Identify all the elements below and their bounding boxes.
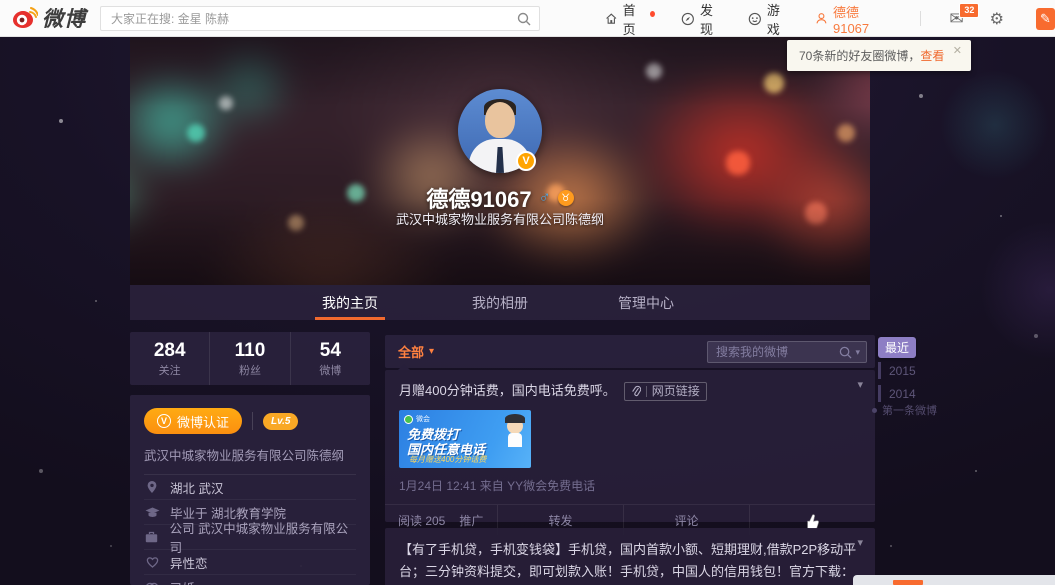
reads-count: 阅读 205 (398, 513, 446, 528)
stat-posts[interactable]: 54 微博 (289, 332, 370, 385)
profile-info-card: V 微博认证 Lv.5 武汉中城家物业服务有限公司陈德纲 湖北 武汉 毕业于 湖… (130, 395, 370, 585)
info-row-marital: 已婚 (144, 575, 356, 585)
bokeh-glow (980, 220, 1055, 360)
top-nav-links: 首页 发现 游戏 德德91067 ✉ 32 ⚙ ✎ (605, 0, 1055, 37)
compass-icon (682, 12, 695, 25)
game-icon (748, 12, 762, 25)
tab-my-albums[interactable]: 我的相册 (440, 285, 560, 320)
profile-tabbar: 我的主页 我的相册 管理中心 (130, 285, 870, 320)
badge-row: V 微博认证 Lv.5 (144, 408, 356, 434)
nav-current-user[interactable]: 德德91067 (815, 2, 886, 36)
profile-cover: V 德德91067 ♂ ♉ 武汉中城家物业服务有限公司陈德纲 (130, 37, 870, 285)
nav-divider (920, 11, 922, 26)
graduation-cap-icon (144, 506, 160, 518)
post-text-row: 月赠400分钟话费，国内电话免费呼。 网页链接 (399, 381, 861, 401)
weibo-logo[interactable]: 微博 (10, 3, 86, 33)
badge-divider (252, 412, 254, 430)
timeline-first-post[interactable]: 第一条微博 (872, 402, 937, 418)
ad-brand-icon (404, 414, 413, 424)
promote-button[interactable]: 推广 (459, 512, 483, 529)
search-icon[interactable] (839, 346, 852, 359)
message-count-badge: 32 (959, 2, 980, 18)
nav-home-label: 首页 (622, 2, 636, 37)
web-link-chip[interactable]: 网页链接 (623, 381, 707, 401)
info-row-company: 公司 武汉中城家物业服务有限公司 (144, 522, 356, 555)
ad-cartoon-figure (505, 414, 525, 447)
v-icon: V (157, 414, 171, 428)
verified-pill-button[interactable]: V 微博认证 (144, 408, 243, 434)
global-search-box[interactable] (100, 6, 540, 31)
profile-bio: 武汉中城家物业服务有限公司陈德纲 (395, 212, 604, 227)
feed-post: ▾ 【有了手机贷，手机变钱袋】手机贷，国内首款小额、短期理财,借款P2P移动平台… (385, 528, 875, 585)
nav-home[interactable]: 首页 (605, 0, 656, 38)
male-gender-icon: ♂ (538, 189, 551, 206)
nav-games[interactable]: 游戏 (748, 0, 789, 38)
ad-brand: 微会 (404, 414, 430, 424)
nav-games-label: 游戏 (766, 2, 780, 37)
tab-management-center[interactable]: 管理中心 (586, 285, 706, 320)
logo-text: 微博 (42, 8, 86, 31)
info-row-location: 湖北 武汉 (144, 475, 356, 500)
user-icon (816, 13, 827, 24)
chevron-down-icon[interactable]: ▾ (857, 536, 863, 549)
close-icon[interactable]: ✕ (953, 44, 962, 57)
stats-card: 284 关注 110 粉丝 54 微博 (130, 332, 370, 385)
chevron-down-icon[interactable]: ▾ (857, 378, 863, 391)
heart-icon (144, 556, 160, 568)
caret-down-icon[interactable]: ▾ (855, 347, 860, 358)
tab-my-home[interactable]: 我的主页 (290, 285, 410, 320)
compose-icon: ✎ (1040, 10, 1051, 26)
gear-icon[interactable]: ⚙ (990, 9, 1004, 29)
timeline-year-2015[interactable]: 2015 (878, 362, 916, 379)
top-navigation-bar: 微博 首页 发现 游戏 德德91067 (0, 0, 1055, 37)
stat-following[interactable]: 284 关注 (130, 332, 209, 385)
bottom-floating-panel[interactable] (853, 575, 1055, 585)
friends-feed-toast: 70条新的好友圈微博， 查看 ✕ (787, 40, 971, 71)
timeline-dot (872, 407, 877, 413)
post-source[interactable]: 来自 YY微会免费电话 (480, 479, 595, 493)
weibo-profile-page: 微博 首页 发现 游戏 德德91067 (0, 0, 1055, 585)
timeline-recent-button[interactable]: 最近 (878, 337, 916, 358)
toast-view-link[interactable]: 查看 (920, 47, 944, 64)
level-badge[interactable]: Lv.5 (263, 412, 299, 430)
floating-panel-button[interactable] (893, 580, 923, 585)
timeline-bar (878, 362, 881, 379)
briefcase-icon (144, 531, 160, 543)
post-meta: 1月24日 12:41 来自 YY微会免费电话 (399, 477, 861, 494)
post-text: 月赠400分钟话费，国内电话免费呼。 (399, 383, 616, 398)
nav-discover[interactable]: 发现 (681, 0, 722, 38)
feed-search-box[interactable]: ▾ (707, 341, 867, 363)
about-text: 武汉中城家物业服务有限公司陈德纲 (144, 449, 345, 463)
toast-message: 70条新的好友圈微博， (799, 49, 921, 63)
filter-all-dropdown[interactable]: 全部 ▾ (398, 342, 434, 361)
search-icon[interactable] (517, 12, 531, 26)
bokeh-glow (940, 70, 1050, 180)
paperclip-icon (631, 385, 641, 397)
feed-filter-bar: 全部 ▾ ▾ (385, 335, 875, 368)
feed-search-input[interactable] (708, 345, 840, 359)
location-pin-icon (144, 480, 160, 494)
post-timestamp[interactable]: 1月24日 12:41 (399, 479, 476, 493)
compose-button[interactable]: ✎ (1035, 7, 1055, 30)
stat-followers[interactable]: 110 粉丝 (209, 332, 289, 385)
global-search-input[interactable] (101, 11, 517, 26)
hand-cursor-icon (805, 513, 820, 530)
filter-pointer-notch (398, 364, 410, 370)
messages-button[interactable]: ✉ 32 (949, 2, 980, 29)
home-icon (606, 13, 617, 24)
timeline-year-2014[interactable]: 2014 (878, 385, 916, 402)
chevron-down-icon: ▾ (429, 346, 435, 357)
feed-post: ▾ 月赠400分钟话费，国内电话免费呼。 网页链接 微会 免费拨打 国内任意电话… (385, 370, 875, 535)
verified-badge-icon[interactable]: V (516, 151, 536, 171)
post-text: 【有了手机贷，手机变钱袋】手机贷，国内首款小额、短期理财,借款P2P移动平台；三… (399, 542, 857, 579)
post-ad-thumbnail[interactable]: 微会 免费拨打 国内任意电话 每月赠送400分钟话费 (399, 410, 531, 468)
nav-username-label: 德德91067 (832, 4, 870, 36)
zodiac-taurus-icon: ♉ (557, 190, 574, 206)
nav-discover-label: 发现 (700, 2, 714, 37)
notification-dot (650, 10, 656, 17)
weibo-eye-icon (13, 7, 38, 28)
timeline-bar (878, 385, 881, 402)
